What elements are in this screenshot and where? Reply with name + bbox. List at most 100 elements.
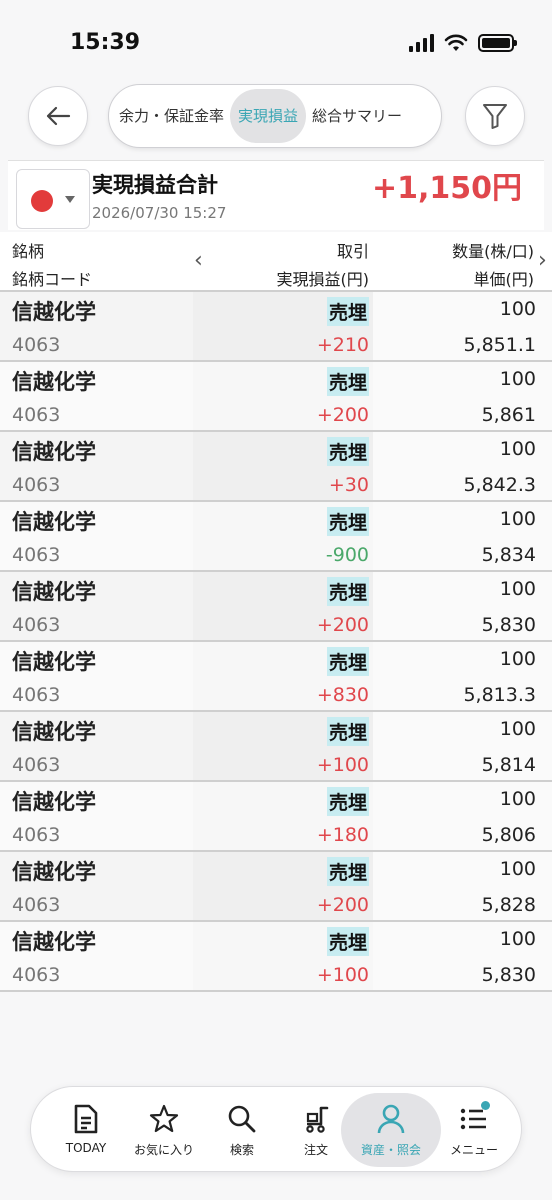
japan-flag-icon <box>31 190 53 212</box>
nav-label: TODAY <box>65 1141 107 1155</box>
nav-label: 資産・照会 <box>360 1143 421 1157</box>
symbol-code: 4063 <box>12 544 61 566</box>
filter-button[interactable] <box>465 86 525 146</box>
symbol-name: 信越化学 <box>12 370 96 394</box>
nav-search[interactable]: 検索 <box>203 1087 281 1173</box>
table-row[interactable]: 信越化学 4063 売埋 +200 100 5,828 <box>0 850 552 920</box>
symbol-code: 4063 <box>12 474 61 496</box>
trade-type: 売埋 <box>326 437 369 466</box>
back-button[interactable] <box>28 86 88 146</box>
symbol-cell: 信越化学 4063 <box>0 572 193 640</box>
unit-price: 5,830 <box>481 614 536 636</box>
symbol-name: 信越化学 <box>12 580 96 604</box>
quantity-price-cell: 100 5,828 <box>373 852 552 920</box>
trade-type: 売埋 <box>326 787 369 816</box>
trade-type: 売埋 <box>326 717 369 746</box>
quantity: 100 <box>499 508 536 530</box>
arrow-left-icon <box>46 106 71 126</box>
quantity: 100 <box>499 368 536 390</box>
chevron-left-icon[interactable]: ‹ <box>194 248 203 273</box>
symbol-cell: 信越化学 4063 <box>0 852 193 920</box>
quantity-price-cell: 100 5,842.3 <box>373 432 552 500</box>
status-icons <box>409 34 517 52</box>
table-row[interactable]: 信越化学 4063 売埋 +100 100 5,814 <box>0 710 552 780</box>
trade-cell: 売埋 +200 <box>193 852 373 920</box>
unit-price: 5,851.1 <box>463 334 536 356</box>
table-row[interactable]: 信越化学 4063 売埋 +200 100 5,861 <box>0 360 552 430</box>
trade-type: 売埋 <box>326 647 369 676</box>
header-realized-pnl: 実現損益(円) <box>276 270 370 289</box>
symbol-cell: 信越化学 4063 <box>0 642 193 710</box>
trade-cell: 売埋 +100 <box>193 922 373 990</box>
cart-icon <box>306 1106 329 1133</box>
unit-price: 5,814 <box>481 754 536 776</box>
filter-icon <box>483 104 507 129</box>
summary-date: 2026/07/30 15:27 <box>92 204 227 222</box>
quantity: 100 <box>499 578 536 600</box>
header-symbol-code: 銘柄コード <box>12 270 93 289</box>
symbol-code: 4063 <box>12 404 61 426</box>
unit-price: 5,813.3 <box>463 684 536 706</box>
table-header: 銘柄 銘柄コード ‹ 取引 実現損益(円) 数量(株/口) 単価(円) › <box>0 232 552 290</box>
quantity-price-cell: 100 5,814 <box>373 712 552 780</box>
nav-menu[interactable]: メニュー <box>435 1087 513 1173</box>
realized-pnl: +30 <box>328 474 369 496</box>
symbol-cell: 信越化学 4063 <box>0 922 193 990</box>
quantity-price-cell: 100 5,851.1 <box>373 292 552 360</box>
quantity: 100 <box>499 298 536 320</box>
tab-total-summary[interactable]: 総合サマリー <box>306 89 408 143</box>
unit-price: 5,834 <box>481 544 536 566</box>
symbol-cell: 信越化学 4063 <box>0 502 193 570</box>
symbol-name: 信越化学 <box>12 300 96 324</box>
table-row[interactable]: 信越化学 4063 売埋 -900 100 5,834 <box>0 500 552 570</box>
table-row[interactable]: 信越化学 4063 売埋 +210 100 5,851.1 <box>0 290 552 360</box>
status-time: 15:39 <box>70 30 141 55</box>
quantity-price-cell: 100 5,861 <box>373 362 552 430</box>
wifi-icon <box>444 34 468 51</box>
realized-pnl: -900 <box>325 544 369 566</box>
table-row[interactable]: 信越化学 4063 売埋 +30 100 5,842.3 <box>0 430 552 500</box>
top-nav: 余力・保証金率 実現損益 総合サマリー <box>0 84 552 148</box>
battery-icon <box>478 34 517 52</box>
quantity-price-cell: 100 5,830 <box>373 572 552 640</box>
trade-cell: 売埋 -900 <box>193 502 373 570</box>
pnl-summary: 実現損益合計 2026/07/30 15:27 +1,150円 <box>8 160 544 230</box>
header-trade: 取引 <box>336 242 369 261</box>
realized-pnl: +180 <box>316 824 369 846</box>
unit-price: 5,861 <box>481 404 536 426</box>
table-row[interactable]: 信越化学 4063 売埋 +200 100 5,830 <box>0 570 552 640</box>
header-unit-price: 単価(円) <box>473 270 535 289</box>
realized-pnl: +200 <box>316 614 369 636</box>
market-selector[interactable] <box>16 169 90 229</box>
table-row[interactable]: 信越化学 4063 売埋 +830 100 5,813.3 <box>0 640 552 710</box>
header-quantity: 数量(株/口) <box>452 242 534 261</box>
nav-assets[interactable]: 資産・照会 <box>341 1093 441 1167</box>
trade-cell: 売埋 +200 <box>193 572 373 640</box>
symbol-name: 信越化学 <box>12 510 96 534</box>
nav-favorites[interactable]: お気に入り <box>125 1087 203 1173</box>
unit-price: 5,830 <box>481 964 536 986</box>
table-row[interactable]: 信越化学 4063 売埋 +100 100 5,830 <box>0 920 552 990</box>
quantity: 100 <box>499 718 536 740</box>
symbol-cell: 信越化学 4063 <box>0 362 193 430</box>
tab-realized-pnl[interactable]: 実現損益 <box>230 89 307 143</box>
tab-margin-rate[interactable]: 余力・保証金率 <box>113 89 230 143</box>
quantity: 100 <box>499 928 536 950</box>
caret-down-icon <box>65 196 75 203</box>
symbol-name: 信越化学 <box>12 720 96 744</box>
symbol-code: 4063 <box>12 824 61 846</box>
nav-today[interactable]: TODAY <box>47 1087 125 1173</box>
symbol-name: 信越化学 <box>12 930 96 954</box>
quantity-price-cell: 100 5,806 <box>373 782 552 850</box>
quantity: 100 <box>499 858 536 880</box>
notification-dot <box>481 1101 490 1110</box>
document-icon <box>74 1104 98 1134</box>
trade-type: 売埋 <box>326 577 369 606</box>
symbol-code: 4063 <box>12 334 61 356</box>
chevron-right-icon[interactable]: › <box>538 248 547 273</box>
summary-title: 実現損益合計 <box>92 173 218 197</box>
summary-total-value: +1,150円 <box>371 171 522 206</box>
table-row[interactable]: 信越化学 4063 売埋 +180 100 5,806 <box>0 780 552 850</box>
cellular-signal-icon <box>409 34 434 52</box>
quantity: 100 <box>499 648 536 670</box>
